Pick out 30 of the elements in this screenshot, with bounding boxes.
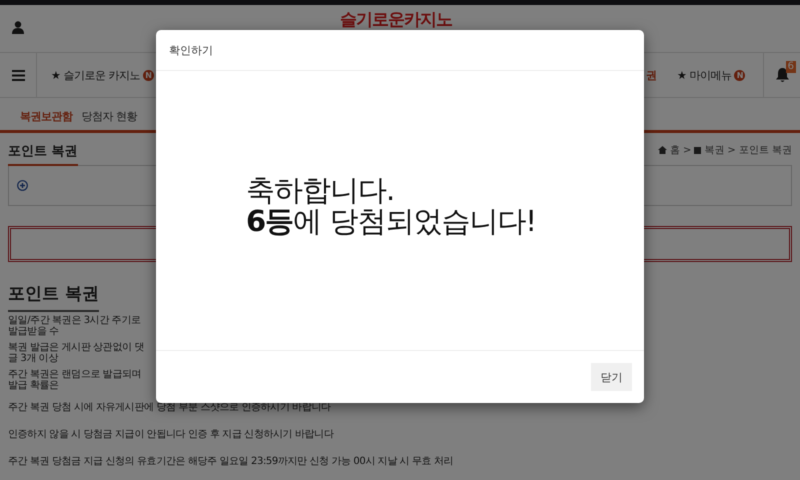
breadcrumb-item[interactable]: 복권	[704, 143, 724, 157]
breadcrumb-item: 포인트 복권	[738, 144, 792, 157]
notice-text: 주간 복권 당첨금 지급 신청의 유효기간은 해당주 일요일 23:59까지만 신청 가능 00시 지날 시 무효 처리	[8, 454, 454, 468]
new-badge: N	[142, 70, 154, 80]
notice-text: 인증하지 않을 시 당첨금 지급이 안됩니다 인증 후 지급 신청하시기 바랍니다	[8, 428, 334, 440]
section-title: 포인트 복권	[8, 142, 78, 166]
nav-link[interactable]: ★ 슬기로운 카지노	[51, 68, 140, 82]
nav-link[interactable]: 권	[646, 68, 656, 82]
notice-text: 주간 복권은 랜덤으로 발급되며 발급 확률은	[8, 368, 142, 390]
logo[interactable]: 슬기로운카지노	[340, 11, 452, 29]
message-text: 6등에 당첨되었습니다!	[246, 206, 536, 236]
breadcrumb-item[interactable]: 홈	[670, 143, 680, 157]
dialog-title: 확인하기	[169, 42, 213, 58]
user-icon[interactable]	[12, 21, 24, 34]
page-heading: 포인트 복권	[8, 282, 99, 312]
bell-icon[interactable]	[774, 67, 790, 83]
tab[interactable]: 복권보관함	[20, 108, 72, 124]
home-icon	[658, 146, 668, 154]
notice-text: 일일/주간 복권은 3시간 주기로 발급받을 수	[8, 314, 142, 336]
tab[interactable]: 당첨자 현황	[82, 108, 137, 124]
notification-count: 6	[786, 61, 796, 73]
breadcrumb-separator: >	[683, 144, 692, 156]
close-button[interactable]: 닫기	[591, 363, 632, 391]
notice-text: 복권 발급은 게시판 상관없이 댓글 3개 이상	[8, 342, 145, 364]
nav-link[interactable]: ★ 마이메뉴	[677, 68, 732, 82]
message-text: 축하합니다.	[246, 174, 396, 206]
new-badge: N	[734, 70, 746, 80]
add-icon[interactable]	[17, 180, 28, 191]
breadcrumb-separator: >	[727, 144, 736, 156]
notice-text: 주간 복권 당첨 시에 자유게시판에 당첨 부분 스샷으로 인증하시기 바랍니다	[8, 400, 331, 414]
